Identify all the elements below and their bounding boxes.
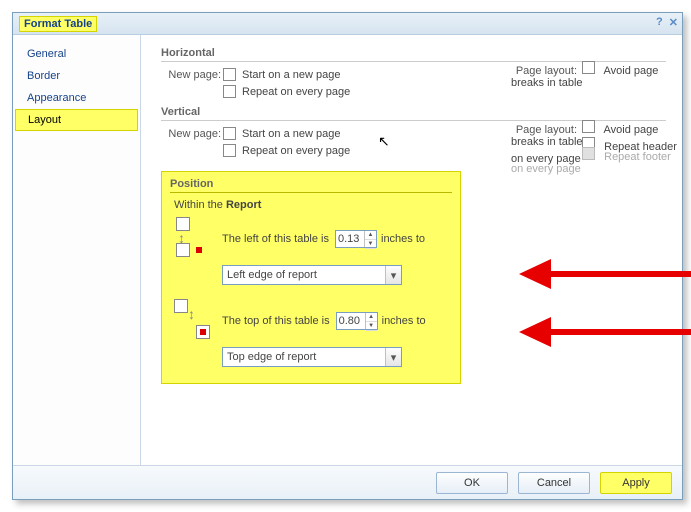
dialog-title: Format Table	[19, 16, 97, 32]
left-ref-text: Left edge of report	[227, 269, 317, 281]
spin-up-icon[interactable]: ▲	[365, 231, 376, 240]
h-startnew-text: Start on a new page	[242, 69, 340, 81]
format-table-dialog: Format Table ? ✕ General Border Appearan…	[12, 12, 683, 500]
apply-button[interactable]: Apply	[600, 472, 672, 494]
left-value-input[interactable]: 0.13 ▲ ▼	[335, 230, 377, 248]
sidebar: General Border Appearance Layout	[13, 35, 141, 465]
v-repeat-text: Repeat on every page	[242, 145, 350, 157]
top-reference-dropdown[interactable]: Top edge of report ▾	[222, 347, 402, 367]
within-label: Within the Report	[174, 199, 452, 211]
v-avoid-checkbox[interactable]	[582, 120, 595, 133]
h-layout-label: Page layout:	[511, 65, 577, 77]
titlebar: Format Table ? ✕	[13, 13, 682, 35]
v-layout-label: Page layout:	[511, 124, 577, 136]
top-value-input[interactable]: 0.80 ▲ ▼	[336, 312, 378, 330]
chevron-down-icon[interactable]: ▾	[385, 348, 401, 366]
v-repeat-footer-checkbox	[582, 147, 595, 160]
left-text: The left of this table is	[222, 233, 329, 245]
spin-up-icon[interactable]: ▲	[366, 313, 377, 322]
close-icon[interactable]: ✕	[669, 16, 678, 29]
spin-down-icon[interactable]: ▼	[365, 240, 376, 249]
h-newpage-label: New page:	[161, 69, 221, 81]
left-position-icon: ↕	[174, 217, 212, 261]
top-text: The top of this table is	[222, 315, 330, 327]
top-spinner[interactable]: ▲ ▼	[365, 313, 377, 329]
group-vertical-label: Vertical	[161, 106, 666, 118]
content-pane: Horizontal New page: Start on a new page…	[141, 35, 682, 465]
help-icon[interactable]: ?	[656, 16, 663, 29]
dialog-footer: OK Cancel Apply	[13, 465, 682, 499]
left-spinner[interactable]: ▲ ▼	[364, 231, 376, 247]
annotation-arrow-left	[519, 255, 691, 295]
within-prefix: Within the	[174, 199, 226, 211]
top-value: 0.80	[339, 315, 360, 327]
ok-button[interactable]: OK	[436, 472, 508, 494]
sidebar-item-layout[interactable]: Layout	[15, 109, 138, 131]
v-startnew-checkbox[interactable]	[223, 127, 236, 140]
left-value: 0.13	[338, 233, 359, 245]
spin-down-icon[interactable]: ▼	[366, 322, 377, 331]
h-repeat-checkbox[interactable]	[223, 85, 236, 98]
cancel-button[interactable]: Cancel	[518, 472, 590, 494]
sidebar-item-border[interactable]: Border	[13, 65, 140, 87]
group-position-label: Position	[170, 178, 452, 190]
left-reference-dropdown[interactable]: Left edge of report ▾	[222, 265, 402, 285]
sidebar-item-general[interactable]: General	[13, 43, 140, 65]
v-repeat-checkbox[interactable]	[223, 144, 236, 157]
chevron-down-icon[interactable]: ▾	[385, 266, 401, 284]
v-startnew-text: Start on a new page	[242, 128, 340, 140]
top-ref-text: Top edge of report	[227, 351, 316, 363]
within-scope: Report	[226, 199, 261, 211]
top-unit: inches to	[382, 315, 426, 327]
sidebar-item-appearance[interactable]: Appearance	[13, 87, 140, 109]
annotation-arrow-top	[519, 313, 691, 353]
top-position-icon: ↕	[174, 299, 212, 343]
h-repeat-text: Repeat on every page	[242, 86, 350, 98]
h-avoid-checkbox[interactable]	[582, 61, 595, 74]
position-group-highlight: Position Within the Report ↕	[161, 171, 461, 384]
group-horizontal-label: Horizontal	[161, 47, 666, 59]
left-unit: inches to	[381, 233, 425, 245]
v-newpage-label: New page:	[161, 128, 221, 140]
h-startnew-checkbox[interactable]	[223, 68, 236, 81]
